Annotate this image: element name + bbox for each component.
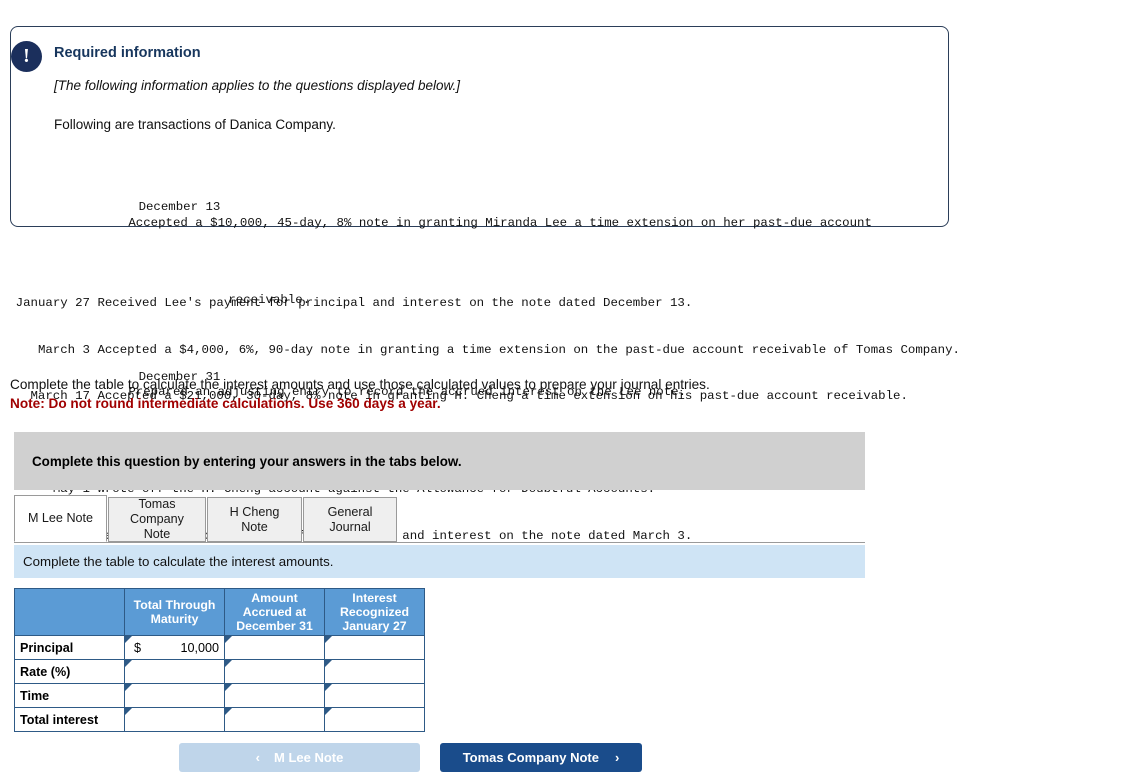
cell-time-total[interactable] xyxy=(124,683,225,708)
cell-time-accrued[interactable] xyxy=(224,683,325,708)
table-row: Rate (%) xyxy=(14,659,425,684)
tab-bar: M Lee Note Tomas Company Note H Cheng No… xyxy=(14,495,865,543)
input-cell[interactable]: $ 10,000 xyxy=(125,636,224,659)
task-subheader: Complete the table to calculate the inte… xyxy=(14,545,865,578)
transaction-date: March 3 xyxy=(37,342,90,357)
header-line: Amount xyxy=(251,591,298,605)
tabs-banner-text: Complete this question by entering your … xyxy=(32,453,462,469)
table-row: Time xyxy=(14,683,425,708)
tab-h-cheng-note[interactable]: H Cheng Note xyxy=(207,497,302,542)
chevron-left-icon: ‹ xyxy=(255,750,260,765)
prev-tab-label: M Lee Note xyxy=(274,750,344,765)
interest-calculation-table: Total Through Maturity Amount Accrued at… xyxy=(14,588,425,732)
row-label-total-interest: Total interest xyxy=(14,707,125,732)
input-cell[interactable] xyxy=(125,684,224,707)
list-item: January 27 Received Lee's payment for pr… xyxy=(8,296,960,312)
instructions: Complete the table to calculate the inte… xyxy=(10,375,710,413)
transaction-text: Accepted a $10,000, 45-day, 8% note in g… xyxy=(128,215,872,230)
cell-principal-total[interactable]: $ 10,000 xyxy=(124,635,225,660)
next-tab-button[interactable]: Tomas Company Note › xyxy=(440,743,642,772)
cell-rate-recognized[interactable] xyxy=(324,659,425,684)
cell-rate-total[interactable] xyxy=(124,659,225,684)
header-line: December 31 xyxy=(236,619,313,633)
input-cell[interactable] xyxy=(125,708,224,731)
row-label-time: Time xyxy=(14,683,125,708)
input-cell[interactable] xyxy=(225,660,324,683)
column-header-total-through-maturity: Total Through Maturity xyxy=(124,588,225,636)
table-row: Total interest xyxy=(14,707,425,732)
exclamation-icon: ! xyxy=(11,41,42,72)
cell-rate-accrued[interactable] xyxy=(224,659,325,684)
header-line: January 27 xyxy=(342,619,407,633)
cell-total-interest-total[interactable] xyxy=(124,707,225,732)
currency-symbol: $ xyxy=(134,640,142,655)
tabs-banner: Complete this question by entering your … xyxy=(14,432,865,490)
cell-value: 10,000 xyxy=(180,640,219,655)
tab-general-journal[interactable]: General Journal xyxy=(303,497,397,542)
cell-total-interest-accrued[interactable] xyxy=(224,707,325,732)
tab-label: H Cheng Note xyxy=(229,504,280,534)
page-title: Required information xyxy=(54,45,201,61)
row-label-principal: Principal xyxy=(14,635,125,660)
input-cell[interactable] xyxy=(225,684,324,707)
transaction-row: December 13 Accepted a $10,000, 45-day, … xyxy=(54,185,924,247)
cell-total-interest-recognized[interactable] xyxy=(324,707,425,732)
row-label-rate: Rate (%) xyxy=(14,659,125,684)
tab-m-lee-note[interactable]: M Lee Note xyxy=(14,495,107,542)
cell-time-recognized[interactable] xyxy=(324,683,425,708)
input-cell[interactable] xyxy=(325,660,424,683)
table-header: Total Through Maturity Amount Accrued at… xyxy=(14,588,425,636)
cell-principal-recognized[interactable] xyxy=(324,635,425,660)
table-corner-cell xyxy=(14,588,125,636)
required-information-panel: ! Required information [The following in… xyxy=(10,26,949,399)
table-row: Principal $ 10,000 xyxy=(14,635,425,660)
input-cell[interactable] xyxy=(325,684,424,707)
cell-principal-accrued[interactable] xyxy=(224,635,325,660)
tab-tomas-company-note[interactable]: Tomas Company Note xyxy=(108,497,206,542)
input-cell[interactable] xyxy=(125,660,224,683)
table-header-row: Total Through Maturity Amount Accrued at… xyxy=(14,588,425,636)
transaction-text: Received Lee's payment for principal and… xyxy=(97,296,693,310)
header-line: Total Through xyxy=(133,598,216,612)
header-line: Interest xyxy=(352,591,397,605)
transaction-date: December 13 xyxy=(138,200,221,215)
input-cell[interactable] xyxy=(325,636,424,659)
column-header-amount-accrued-december-31: Amount Accrued at December 31 xyxy=(224,588,325,636)
task-subheader-text: Complete the table to calculate the inte… xyxy=(23,554,334,569)
next-tab-label: Tomas Company Note xyxy=(462,750,599,765)
input-cell[interactable] xyxy=(225,636,324,659)
instruction-line: Complete the table to calculate the inte… xyxy=(10,377,710,392)
tab-label: General Journal xyxy=(327,504,373,534)
header-line: Accrued at xyxy=(242,605,307,619)
input-cell[interactable] xyxy=(325,708,424,731)
header-line: Maturity xyxy=(150,612,199,626)
exercise-page: ! Required information [The following in… xyxy=(0,0,1131,780)
header-line: Recognized xyxy=(339,605,409,619)
company-lede: Following are transactions of Danica Com… xyxy=(54,117,336,132)
applies-note: [The following information applies to th… xyxy=(54,78,460,93)
input-cell[interactable] xyxy=(225,708,324,731)
prev-tab-button[interactable]: ‹ M Lee Note xyxy=(179,743,420,772)
list-item: March 3 Accepted a $4,000, 6%, 90-day no… xyxy=(8,343,960,359)
column-header-interest-recognized-january-27: Interest Recognized January 27 xyxy=(324,588,425,636)
table-body: Principal $ 10,000 Rate (%) Time Total i… xyxy=(14,635,425,732)
instruction-note: Note: Do not round intermediate calculat… xyxy=(10,396,441,411)
tab-label: M Lee Note xyxy=(27,511,94,525)
tab-label: Tomas Company Note xyxy=(130,497,184,541)
transaction-text: Accepted a $4,000, 6%, 90-day note in gr… xyxy=(97,342,960,357)
chevron-right-icon: › xyxy=(614,750,620,765)
transaction-date: January 27 xyxy=(15,296,90,310)
